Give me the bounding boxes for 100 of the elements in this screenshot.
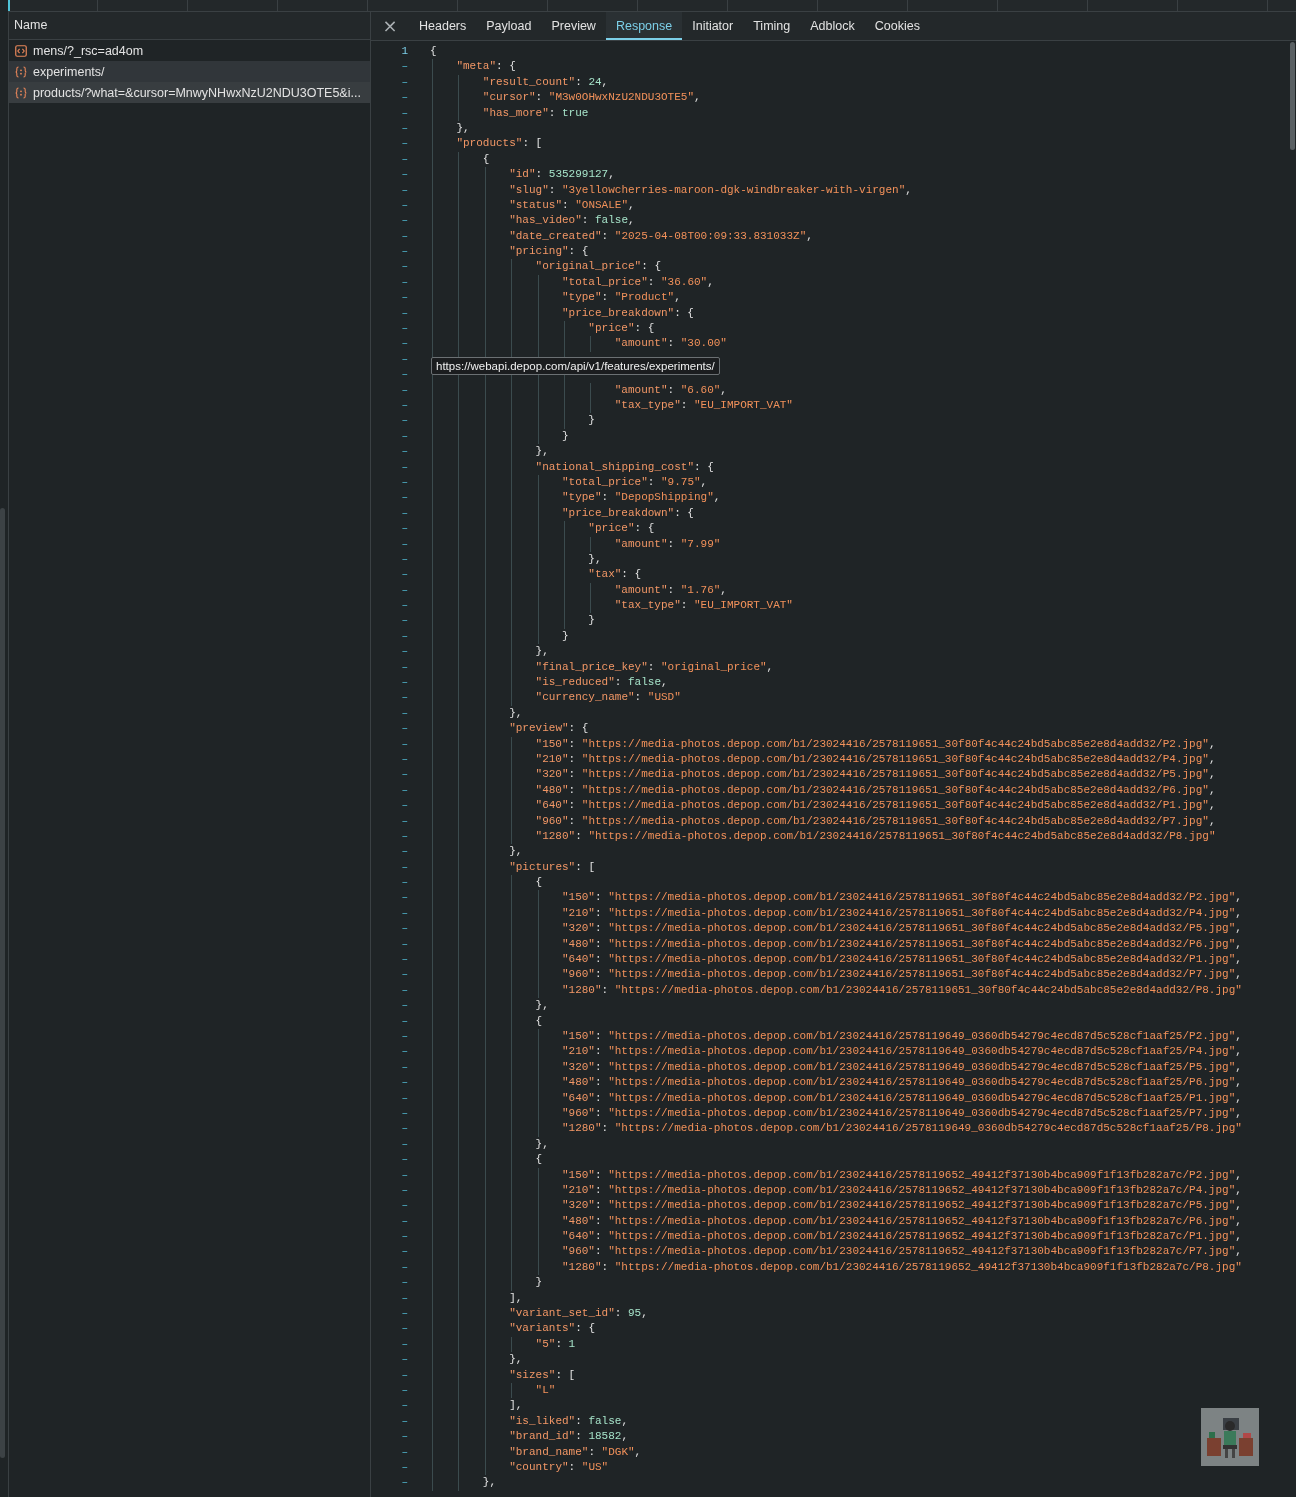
code-line: "1280": "https://media-photos.depop.com/b1/23024416/2578119649_0360db54279c4ecd87d5c528cf1aaf25/P8.jpg" [561,1121,1242,1137]
line-number: – [400,675,408,690]
tab[interactable]: Payload [476,12,542,40]
code-line: ], [509,1290,523,1306]
line-number: – [400,936,408,952]
code-line: "has_video": false, [509,213,635,229]
code-line: "amount": "30.00" [614,336,727,352]
line-number: – [400,598,408,614]
line-number: – [400,721,408,737]
tab[interactable]: Cookies [864,12,930,40]
line-number: – [400,798,408,814]
line-number: – [400,967,408,983]
code-line: "210": "https://media-photos.depop.com/b1/23024416/2578119649_0360db54279c4ecd87d5c528cf1aaf25/P4.jpg", [561,1044,1242,1060]
line-number: – [400,813,408,829]
tab[interactable]: Timing [743,12,801,40]
code-line: { [535,875,543,891]
line-number: – [400,613,408,629]
code-line: } [561,628,569,644]
line-number: – [400,628,408,644]
line-number: – [400,151,408,167]
line-number: – [400,213,408,229]
code-line: { [430,44,437,59]
code-line: "480": "https://media-photos.depop.com/b1/23024416/2578119652_49412f37130b4bca909f1f13fb282a7c/P6.jpg", [561,1213,1242,1229]
line-number: – [400,382,408,398]
line-number: – [400,1090,408,1106]
line-number: – [400,998,408,1014]
code-line: "210": "https://media-photos.depop.com/b1/23024416/2578119651_30f80f4c44c24bd5abc85e2e8d4add32/P4.jpg", [535,751,1216,767]
line-number: – [400,305,408,321]
scrollbar[interactable] [1290,42,1295,150]
line-number: – [400,1321,408,1337]
code-line: "id": 535299127, [509,167,615,183]
code-line: "brand_id": 18582, [509,1429,628,1445]
code-line: "variant_set_id": 95, [509,1306,648,1322]
line-number: – [400,413,408,429]
line-number: – [400,1367,408,1383]
line-number: – [400,1444,408,1460]
tab[interactable]: Initiator [682,12,744,40]
line-number: – [400,244,408,260]
tab[interactable]: Response [605,12,683,40]
line-number: – [400,705,408,721]
line-number: – [400,351,408,367]
tab[interactable]: Headers [409,12,477,40]
code-line: "150": "https://media-photos.depop.com/b1/23024416/2578119649_0360db54279c4ecd87d5c528cf1aaf25/P2.jpg", [561,1029,1242,1044]
code-line: "210": "https://media-photos.depop.com/b1/23024416/2578119652_49412f37130b4bca909f1f13fb282a7c/P4.jpg", [561,1182,1242,1198]
code-line: { [535,1152,543,1168]
line-number: – [400,1059,408,1075]
document-icon [15,44,27,57]
line-number: – [400,1429,408,1445]
code-line: } [588,613,595,629]
code-line: }, [535,644,549,660]
column-header[interactable]: Name [9,12,370,40]
scrollbar[interactable] [0,508,5,1458]
code-line: "country": "US" [509,1459,609,1475]
line-number: – [400,120,408,136]
line-number: – [400,890,408,906]
code-line: "national_shipping_cost": { [535,459,714,475]
code-line: "320": "https://media-photos.depop.com/b1/23024416/2578119649_0360db54279c4ecd87d5c528cf1aaf25/P5.jpg", [561,1059,1242,1075]
line-number: – [400,1352,408,1368]
code-line: "meta": { [456,59,516,75]
line-number: – [400,59,408,75]
code-line: "brand_name": "DGK", [509,1444,642,1460]
line-number: – [400,474,408,490]
line-number: – [400,905,408,921]
braces-icon [15,86,27,99]
code-line: }, [482,1475,496,1491]
code-line: }, [509,705,523,721]
code-line: "960": "https://media-photos.depop.com/b1/23024416/2578119651_30f80f4c44c24bd5abc85e2e8d4add32/P7.jpg", [535,813,1216,829]
line-number: – [400,398,408,413]
code-line: "type": "Product", [561,290,681,306]
code-line: "price": { [588,321,655,337]
code-line: "640": "https://media-photos.depop.com/b1/23024416/2578119649_0360db54279c4ecd87d5c528cf1aaf25/P1.jpg", [561,1090,1242,1106]
code-line: "480": "https://media-photos.depop.com/b1/23024416/2578119651_30f80f4c44c24bd5abc85e2e8d4add32/P6.jpg", [535,782,1216,798]
code-line: }, [456,120,470,136]
line-number: – [400,428,408,444]
line-number: – [400,197,408,213]
code-line: "pictures": [ [509,859,595,875]
code-line: "final_price_key": "original_price", [535,659,774,675]
line-number: – [400,1075,408,1091]
code-line: "products": [ [456,136,543,152]
tab[interactable]: Adblock [800,12,865,40]
tab[interactable]: Preview [541,12,606,40]
request-row[interactable]: experiments/ [9,61,370,82]
line-number: – [400,828,408,844]
line-number: – [400,321,408,337]
line-number: – [400,444,408,460]
line-number: – [400,1121,408,1137]
request-row[interactable]: mens/?_rsc=ad4om [9,40,370,61]
code-line: "tax_type": "EU_IMPORT_VAT" [614,598,793,614]
line-number: – [400,751,408,767]
code-line: "320": "https://media-photos.depop.com/b1/23024416/2578119651_30f80f4c44c24bd5abc85e2e8d4add32/P5.jpg", [561,921,1242,937]
line-number: – [400,228,408,244]
line-number: – [400,982,408,998]
code-line: "640": "https://media-photos.depop.com/b1/23024416/2578119651_30f80f4c44c24bd5abc85e2e8d4add32/P1.jpg", [561,952,1242,968]
close-button[interactable]: × [371,12,409,40]
code-line: "result_count": 24, [482,74,609,90]
line-number: – [400,1167,408,1183]
tooltip: https://webapi.depop.com/api/v1/features/experiments/ [431,357,720,375]
code-line: "960": "https://media-photos.depop.com/b1/23024416/2578119651_30f80f4c44c24bd5abc85e2e8d4add32/P7.jpg", [561,967,1242,983]
request-row[interactable]: products/?what=&cursor=MnwyNHwxNzU2NDU3OTE5&i... [9,82,370,103]
code-line: "total_price": "9.75", [561,474,708,490]
